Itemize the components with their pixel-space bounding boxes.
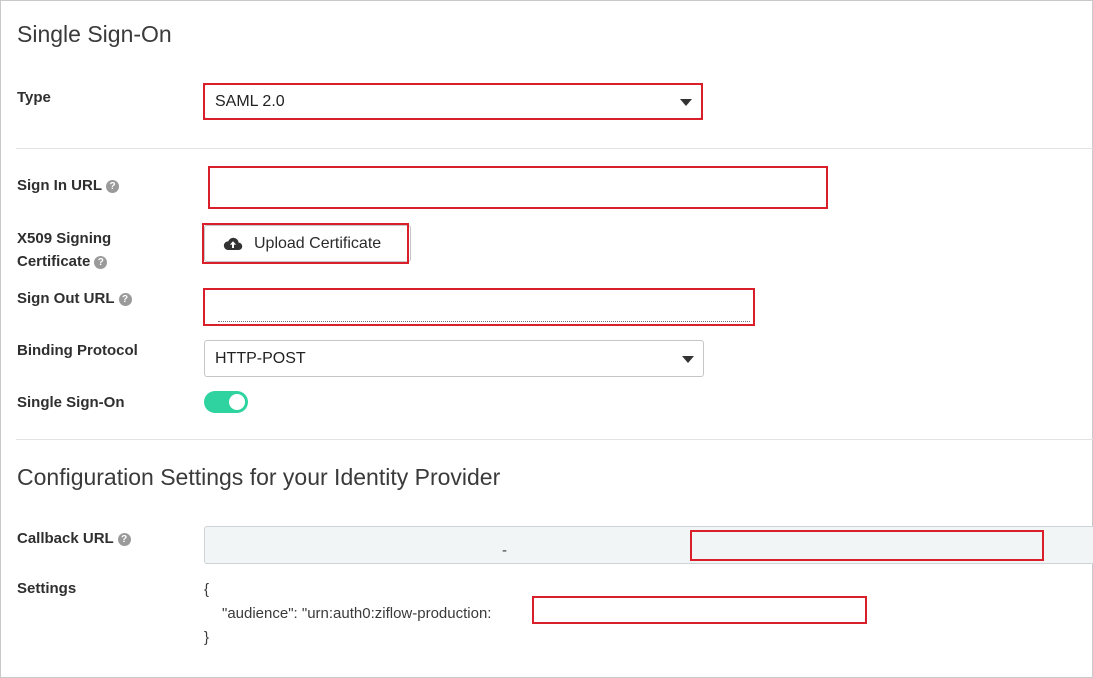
sign-out-url-label-text: Sign Out URL	[17, 290, 115, 307]
divider	[16, 148, 1093, 149]
settings-open-brace: {	[204, 581, 210, 598]
settings-json: { "audience": "urn:auth0:ziflow-producti…	[204, 578, 491, 650]
binding-protocol-select[interactable]: HTTP-POST	[204, 340, 704, 377]
divider	[16, 439, 1093, 440]
sign-in-url-label-text: Sign In URL	[17, 177, 102, 194]
highlight-callback	[690, 530, 1044, 561]
help-icon[interactable]: ?	[94, 256, 108, 269]
sso-toggle-label: Single Sign-On	[17, 394, 125, 411]
x509-label: X509 Signing Certificate?	[17, 227, 111, 273]
help-icon[interactable]: ?	[118, 293, 132, 306]
settings-label: Settings	[17, 580, 77, 597]
sign-in-url-label: Sign In URL?	[17, 174, 119, 197]
help-icon[interactable]: ?	[117, 533, 131, 546]
highlight-audience	[532, 596, 867, 624]
section-title-idp: Configuration Settings for your Identity…	[17, 464, 501, 490]
highlight-upload	[202, 223, 409, 264]
settings-audience-line: "audience": "urn:auth0:ziflow-production…	[222, 605, 492, 622]
binding-protocol-label: Binding Protocol	[17, 342, 138, 359]
highlight-type	[203, 83, 703, 120]
binding-protocol-value: HTTP-POST	[215, 349, 306, 367]
sign-out-url-label: Sign Out URL?	[17, 287, 132, 310]
highlight-sign-out-url	[203, 288, 755, 326]
callback-url-label: Callback URL?	[17, 527, 131, 550]
section-title-sso: Single Sign-On	[17, 21, 172, 47]
help-icon[interactable]: ?	[106, 180, 119, 193]
callback-url-label-text: Callback URL	[17, 530, 114, 547]
toggle-knob	[229, 394, 245, 410]
type-label: Type	[17, 89, 51, 106]
highlight-sign-in-url	[208, 166, 828, 209]
x509-label-line1: X509 Signing	[17, 230, 112, 247]
settings-close-brace: }	[204, 629, 210, 646]
callback-url-value: -	[502, 542, 507, 559]
x509-label-line2: Certificate	[17, 253, 91, 270]
sso-toggle[interactable]	[204, 391, 248, 413]
chevron-down-icon	[682, 355, 694, 363]
